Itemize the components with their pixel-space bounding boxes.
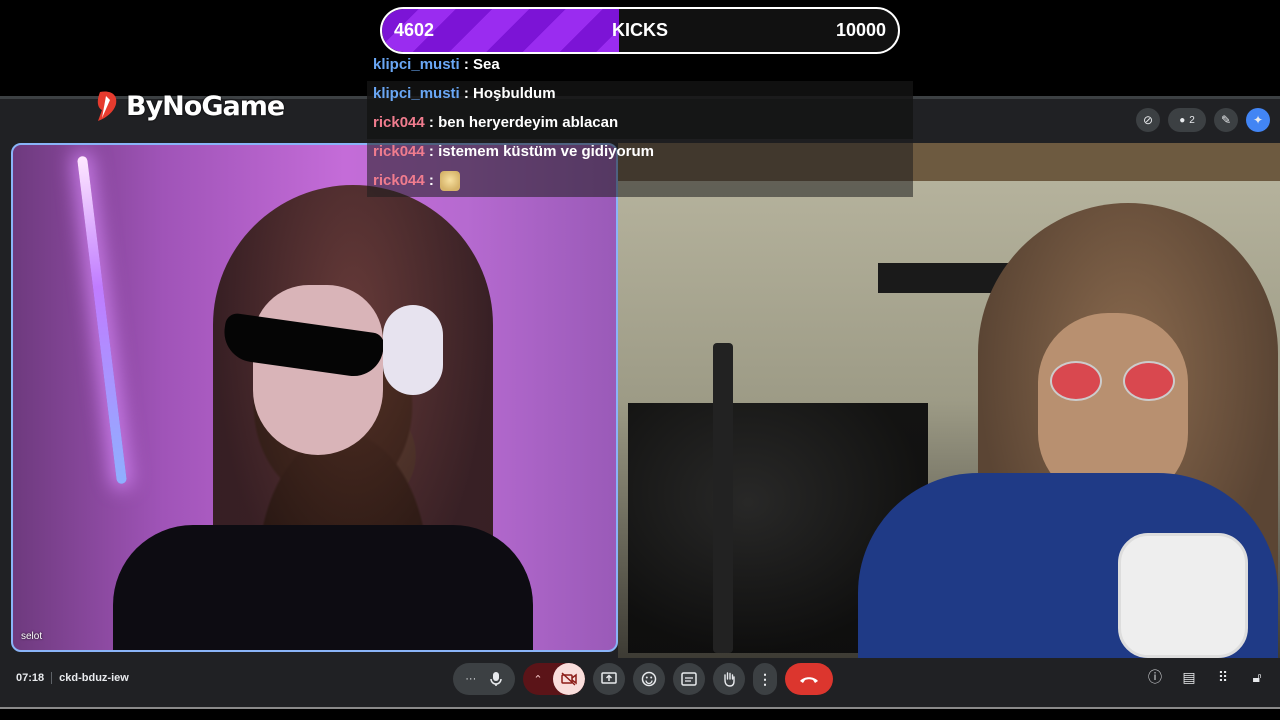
audio-controls: ··· xyxy=(453,663,515,695)
bass-guitar xyxy=(713,343,733,653)
chat-overlay: klipci_musti : Sea klipci_musti : Hoşbul… xyxy=(367,52,913,197)
microphone xyxy=(1118,533,1248,658)
camera-off-icon xyxy=(561,672,577,686)
people-icon: ● xyxy=(1179,114,1186,126)
chat-separator: : xyxy=(459,85,474,102)
host-controls-icon[interactable]: 🔓︎ xyxy=(1248,668,1266,686)
sunglass-lens-left xyxy=(1050,361,1102,401)
camera-controls: ⌃ xyxy=(523,663,585,695)
chat-text: Hoşbuldum xyxy=(473,85,556,102)
camera-off-button[interactable] xyxy=(553,663,585,695)
chat-text: ben heryerdeyim ablacan xyxy=(438,114,619,131)
chat-username: klipci_musti xyxy=(373,85,460,102)
participant-name: selot xyxy=(21,631,43,642)
bynogame-logo-icon xyxy=(97,91,117,121)
captions-button[interactable] xyxy=(673,663,705,695)
reactions-button[interactable] xyxy=(633,663,665,695)
chat-message: rick044 : istemem küstüm ve gidiyorum xyxy=(367,139,913,168)
kicks-goal-bar: 4602 KICKS 10000 xyxy=(380,7,900,54)
divider xyxy=(51,672,53,684)
call-controls: ··· ⌃ ⋮ xyxy=(453,663,833,695)
present-icon xyxy=(601,672,617,684)
chat-username: rick044 xyxy=(373,172,425,189)
goal-target-value: 10000 xyxy=(835,20,886,40)
meeting-info: 07:18 ckd-bduz-iew xyxy=(16,672,129,684)
chat-separator: : xyxy=(424,114,439,131)
chat-icon[interactable]: ▤ xyxy=(1180,668,1198,686)
emote-icon xyxy=(440,171,461,192)
more-options-button[interactable]: ⋮ xyxy=(753,663,777,695)
chat-separator: : xyxy=(424,143,439,160)
side-panel-controls: ⓘ ▤ ⠿ 🔓︎ xyxy=(1146,668,1266,686)
chat-text: istemem küstüm ve gidiyorum xyxy=(438,143,654,160)
neon-lamp xyxy=(76,155,128,485)
emoji-icon xyxy=(641,671,657,687)
raise-hand-icon xyxy=(724,672,735,687)
chat-separator: : xyxy=(459,56,474,73)
mic-icon[interactable] xyxy=(489,671,503,687)
more-vert-icon: ⋮ xyxy=(758,670,772,687)
captions-icon xyxy=(681,672,697,686)
chat-username: rick044 xyxy=(373,114,425,131)
chat-message: klipci_musti : Sea xyxy=(367,52,617,81)
chat-separator: : xyxy=(424,172,439,189)
participant-count: 2 xyxy=(1189,114,1195,126)
info-icon[interactable]: ⓘ xyxy=(1146,668,1164,686)
chat-message: klipci_musti : Hoşbuldum xyxy=(367,81,913,110)
goal-current-value: 4602 xyxy=(394,20,435,40)
leave-call-button[interactable] xyxy=(785,663,833,695)
top-right-icons: ⊘ ● 2 ✎ ✦ xyxy=(1136,108,1270,132)
gemini-icon[interactable]: ✦ xyxy=(1246,108,1270,132)
participant-tile-2[interactable] xyxy=(618,143,1280,658)
sunglass-lens-right xyxy=(1123,361,1175,401)
bynogame-logo: ByNoGame xyxy=(92,86,285,126)
participant-body xyxy=(113,525,533,650)
meeting-time: 07:18 xyxy=(16,672,45,684)
chat-username: rick044 xyxy=(373,143,425,160)
chat-text: Sea xyxy=(473,56,500,73)
activities-icon[interactable]: ⠿ xyxy=(1214,668,1232,686)
end-call-icon xyxy=(800,677,818,683)
camera-off-indicator-icon[interactable]: ⊘ xyxy=(1136,108,1160,132)
headphones xyxy=(383,305,443,395)
audio-options-button[interactable]: ··· xyxy=(465,673,476,685)
chat-message: rick044 : ben heryerdeyim ablacan xyxy=(367,110,913,139)
camera-options-chevron-icon[interactable]: ⌃ xyxy=(523,673,553,686)
goal-label: KICKS xyxy=(612,20,669,40)
raise-hand-button[interactable] xyxy=(713,663,745,695)
effects-wand-icon[interactable]: ✎ xyxy=(1214,108,1238,132)
brand-name: ByNoGame xyxy=(126,90,285,122)
chat-username: klipci_musti xyxy=(373,56,460,73)
bottom-strip xyxy=(0,707,1280,720)
participants-button[interactable]: ● 2 xyxy=(1168,108,1206,132)
chat-message: rick044 : xyxy=(367,168,913,197)
participant-tile-selot[interactable]: selot xyxy=(11,143,618,652)
meeting-code[interactable]: ckd-bduz-iew xyxy=(59,672,129,684)
present-button[interactable] xyxy=(593,663,625,695)
